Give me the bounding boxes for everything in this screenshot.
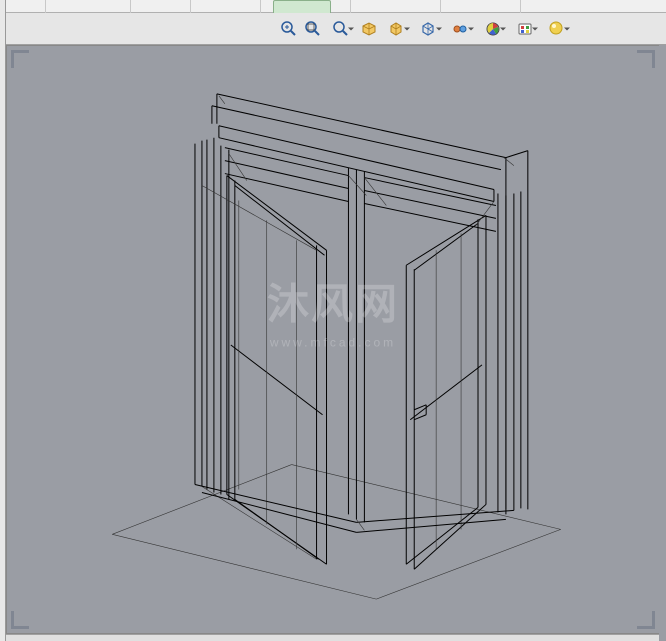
status-bar-edge [6,634,659,641]
display-style-button[interactable] [414,18,444,40]
view-toolbar [6,13,666,45]
view-orientation-button[interactable] [382,18,412,40]
hide-show-items-button[interactable] [446,18,476,40]
zoom-to-fit-button[interactable] [278,18,300,40]
graphics-viewport[interactable]: 沐风网 www.mfcad.com [6,45,659,634]
ribbon-tabs-edge [0,0,666,13]
zoom-to-area-button[interactable] [302,18,324,40]
section-view-button[interactable] [358,18,380,40]
view-settings-button[interactable] [542,18,572,40]
apply-scene-button[interactable] [510,18,540,40]
previous-view-button[interactable] [326,18,356,40]
model-wireframe-canvas [7,46,659,633]
edit-appearance-button[interactable] [478,18,508,40]
